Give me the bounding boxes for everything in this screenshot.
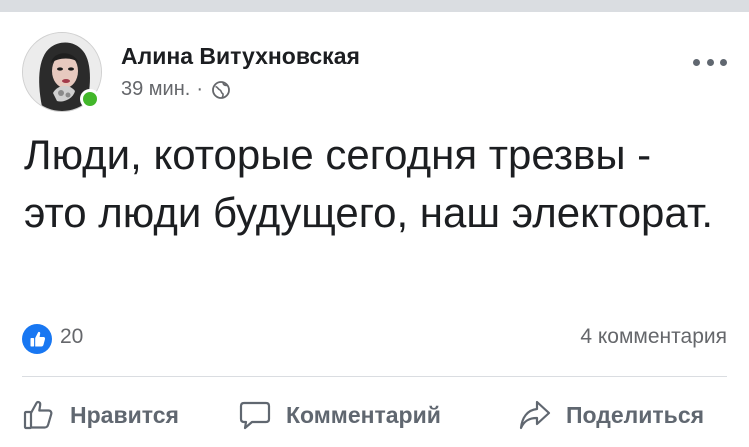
like-count[interactable]: 20 [60, 325, 83, 349]
comment-bubble-icon [238, 398, 272, 432]
thumbs-up-icon [22, 398, 56, 432]
post-text: Люди, которые сегодня трезвы - это люди … [24, 131, 714, 236]
meta-separator: · [196, 78, 203, 100]
facebook-post-card: Алина Витухновская 39 мин. · Люди, котор… [0, 0, 749, 447]
more-options-dot [706, 58, 714, 66]
top-divider-strip [0, 0, 749, 12]
online-status-indicator [80, 89, 100, 109]
post-timestamp[interactable]: 39 мин. [121, 78, 190, 101]
more-options-dot [720, 58, 727, 66]
like-reaction-icon[interactable] [22, 324, 52, 354]
comments-count[interactable]: 4 комментария [580, 325, 727, 349]
post-header: Алина Витухновская 39 мин. · [0, 12, 749, 112]
author-name[interactable]: Алина Витухновская [121, 43, 360, 70]
comment-button-label: Комментарий [286, 401, 441, 428]
like-button[interactable]: Нравится [22, 390, 179, 440]
like-button-label: Нравится [70, 401, 179, 428]
share-button-label: Поделиться [566, 401, 705, 428]
more-options-icon [693, 58, 700, 66]
share-arrow-icon [518, 398, 552, 432]
post-actions: Нравится Комментарий Поделиться [0, 390, 749, 440]
post-stats: 20 4 комментария [22, 320, 727, 360]
actions-divider [22, 376, 727, 377]
globe-icon[interactable] [211, 80, 231, 100]
more-options-button[interactable] [693, 52, 727, 72]
comment-button[interactable]: Комментарий [238, 390, 441, 440]
post-meta: 39 мин. · [121, 78, 231, 101]
share-button[interactable]: Поделиться [518, 390, 704, 440]
